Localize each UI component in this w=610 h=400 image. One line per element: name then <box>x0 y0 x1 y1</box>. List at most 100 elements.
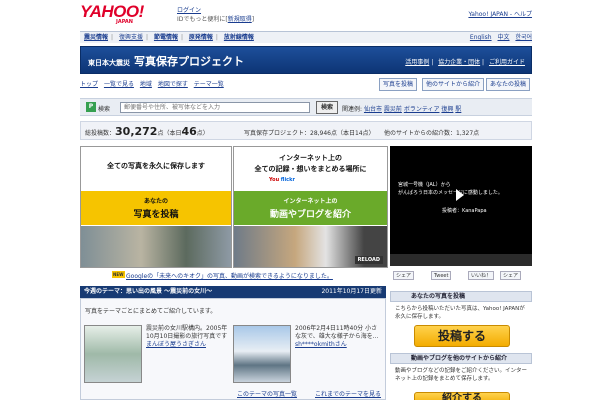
card-user[interactable]: sh****okmithさん <box>295 341 383 349</box>
video-line1: 宮城一号機（JAL）から <box>398 182 451 188</box>
project-banner: 東日本大震災 写真保存プロジェクト 活用事例 | 協力企業・団体 | ご利用ガイド <box>80 46 532 74</box>
search-button[interactable]: 検索 <box>316 101 338 114</box>
nav-top[interactable]: トップ <box>80 81 98 88</box>
project-count: 写真保存プロジェクト：28,946点（本日14点） <box>244 130 375 137</box>
nav-themes[interactable]: テーマ一覧 <box>194 81 224 88</box>
share-button[interactable]: シェア <box>393 271 415 280</box>
search-label: 検索 <box>98 106 111 113</box>
login-link[interactable]: ログイン <box>177 5 201 14</box>
today-number: 46 <box>181 125 197 138</box>
total-label: 総投稿数： <box>85 130 116 137</box>
video-controls[interactable] <box>390 254 532 266</box>
introduce-promo[interactable]: インターネット上の 全ての記録・想いをまとめる場所に You flickr イン… <box>233 146 388 268</box>
theme-header: 今週のテーマ：思い出の風景 ～震災前の女川～ 2011年10月17日更新 <box>80 286 386 298</box>
breadcrumb-nav: トップ 一覧で見る 地域 地図で探す テーマ一覧 <box>80 79 228 88</box>
keyword-link[interactable]: 震災前 <box>384 106 402 113</box>
search-icon: P <box>86 102 96 112</box>
nav-region[interactable]: 地域 <box>140 81 152 88</box>
post-section-text: こちらから投稿いただいた写真は、Yahoo! JAPANが永久に保存します。 <box>395 306 525 320</box>
keywords-label: 関連例: <box>342 106 363 113</box>
keyword-link[interactable]: 仙台市 <box>364 106 382 113</box>
keyword-link[interactable]: ボランティア <box>404 106 440 113</box>
introduce-tab[interactable]: 他のサイトから紹介 <box>422 78 485 91</box>
register-link[interactable]: 新規取得 <box>228 16 252 23</box>
new-badge: NEW <box>112 271 125 278</box>
banner-links: 活用事例 | 協力企業・団体 | ご利用ガイド <box>405 59 525 66</box>
lang-korean[interactable]: 한국어 <box>515 34 532 41</box>
card-text: 震災前の女川駅構内。2005年10月10日撮影の旅行写真です まんぼう屋うさぎさ… <box>146 325 228 349</box>
service-item-1[interactable]: 復興支援 <box>119 34 143 41</box>
stats-bar: 総投稿数：30,272点（本日46点） 写真保存プロジェクト：28,946点（本… <box>80 121 532 140</box>
theme-body: 写真をテーマごとにまとめてご紹介しています。 震災前の女川駅構内。2005年10… <box>80 298 386 400</box>
total-count: 総投稿数：30,272点（本日46点） <box>85 125 209 138</box>
reload-button[interactable]: RELOAD <box>354 256 383 264</box>
tweet-button[interactable]: Tweet <box>431 271 452 280</box>
promo-right-heading1: インターネット上の <box>279 154 342 162</box>
youtube-logo: You <box>269 177 280 183</box>
total-number: 30,272 <box>115 125 158 138</box>
card-photo[interactable] <box>84 325 142 383</box>
login-sub-prefix: IDでもっと便利に[ <box>177 16 228 23</box>
nav-map[interactable]: 地図で探す <box>158 81 188 88</box>
banner-link-cases[interactable]: 活用事例 <box>405 59 429 66</box>
keyword-link[interactable]: 復興 <box>441 106 453 113</box>
service-bar: 震災情報 | 復興支援 | 節電情報 | 原発情報 | 放射線情報 English 中文… <box>80 31 532 43</box>
post-photo-tab[interactable]: 写真を投稿 <box>379 78 418 91</box>
video-poster: 投稿者：KanaPapa <box>442 208 487 214</box>
post-button[interactable]: 投稿する <box>414 325 510 347</box>
theme-title[interactable]: 今週のテーマ：思い出の風景 ～震災前の女川～ <box>84 288 212 295</box>
service-item-4[interactable]: 放射線情報 <box>224 34 254 41</box>
post-photo-promo[interactable]: 全ての写真を永久に保存します あなたの 写真を投稿 <box>80 146 232 268</box>
total-unit: 点（本日 <box>157 130 182 137</box>
search-bar: P 検索 検索 関連例: 仙台市 震災前 ボランティア 復興 駅 <box>80 98 532 116</box>
title-prefix: 東日本大震災 <box>88 58 130 67</box>
cta-big: 写真を投稿 <box>133 210 179 220</box>
theme-photos-link[interactable]: このテーマの写真一覧 <box>237 389 297 398</box>
card-photo[interactable] <box>233 325 291 383</box>
separator: | <box>145 34 149 41</box>
keyword-link[interactable]: 駅 <box>455 106 461 113</box>
service-item-0[interactable]: 震災情報 <box>84 34 108 41</box>
introduce-cta[interactable]: インターネット上の 動画やブログを紹介 <box>234 191 387 225</box>
cta-small: あなたの <box>143 198 168 205</box>
lang-chinese[interactable]: 中文 <box>498 34 510 41</box>
post-photo-cta[interactable]: あなたの 写真を投稿 <box>81 191 231 225</box>
card-caption: 震災前の女川駅構内。2005年10月10日撮影の旅行写真です <box>146 325 228 340</box>
theme-date: 2011年10月17日更新 <box>321 288 382 295</box>
login-sub: IDでもっと便利に[新規取得] <box>177 14 254 23</box>
search-keywords: 関連例: 仙台市 震災前 ボランティア 復興 駅 <box>342 104 461 113</box>
intro-section-text: 動画やブログなどの記録をご紹介ください。インターネット上の記録をまとめて保存しま… <box>395 368 528 382</box>
language-links: English 中文 한국어 <box>466 32 532 43</box>
lang-english[interactable]: English <box>470 34 492 41</box>
post-section-header: あなたの写真を投稿 <box>390 291 532 302</box>
past-themes-link[interactable]: これまでのテーマを見る <box>315 389 381 398</box>
news-link[interactable]: Googleの「未来へのキオク」の写真、動画が検索できるようになりました。 <box>126 271 333 280</box>
your-posts-tab[interactable]: あなたの投稿 <box>486 78 531 91</box>
today-unit: 点） <box>196 130 209 137</box>
introduce-button[interactable]: 紹介する <box>414 392 510 400</box>
card-text: 2006年2月4日11時40分 小さな灰で、雄大な様子から海を... sh***… <box>295 325 383 349</box>
nav-list[interactable]: 一覧で見る <box>104 81 134 88</box>
promo-left-heading: 全ての写真を永久に保存します <box>107 162 205 170</box>
title-main: 写真保存プロジェクト <box>134 55 244 68</box>
service-item-3[interactable]: 原発情報 <box>189 34 213 41</box>
play-icon[interactable] <box>456 189 464 201</box>
video-caption: 宮城一号機（JAL）から がんばろう日本のメッセージに感動しました。 投稿者：K… <box>398 181 503 215</box>
other-count: 他のサイトからの紹介数：1,327点 <box>384 130 480 137</box>
page-title[interactable]: 東日本大震災 写真保存プロジェクト <box>88 53 244 69</box>
search-input[interactable] <box>120 102 310 113</box>
banner-link-guide[interactable]: ご利用ガイド <box>489 59 525 66</box>
top-links[interactable]: Yahoo! JAPAN - ヘルプ <box>468 9 532 18</box>
video-line2: がんばろう日本のメッセージに感動しました。 <box>398 190 503 196</box>
service-item-2[interactable]: 節電情報 <box>154 34 178 41</box>
share-button-2[interactable]: シェア <box>500 271 522 280</box>
cta-big: 動画やブログを紹介 <box>269 210 351 220</box>
banner-link-partners[interactable]: 協力企業・団体 <box>438 59 480 66</box>
yahoo-logo[interactable]: YAHOO! <box>80 3 144 20</box>
like-button[interactable]: いいね！ <box>468 271 495 280</box>
yahoo-logo-sub: JAPAN <box>116 19 133 25</box>
separator: | <box>180 34 183 41</box>
separator: | <box>215 34 218 41</box>
promo-right-heading2: 全ての記録・想いをまとめる場所に <box>254 165 367 173</box>
card-user[interactable]: まんぼう屋うさぎさん <box>146 341 228 349</box>
